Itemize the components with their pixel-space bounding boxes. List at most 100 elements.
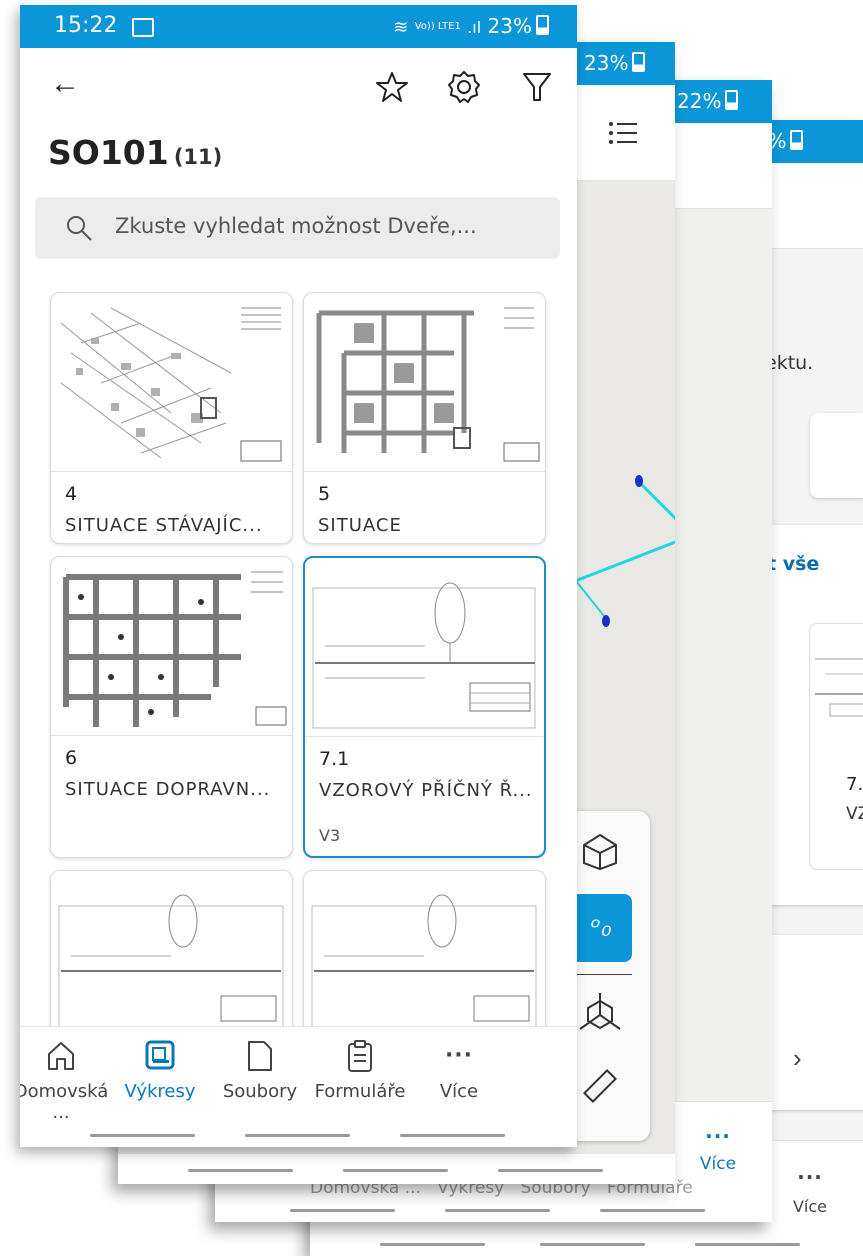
front-screen: 15:22 ≋ Vo)) LTE1 .ıl 23% ← SO101 (11) Z… bbox=[20, 5, 577, 1147]
nav-forms-label: Formuláře bbox=[314, 1081, 406, 1102]
page-title: SO101 (11) bbox=[48, 133, 222, 172]
description-text: ektu. bbox=[765, 352, 814, 374]
gesture-bar bbox=[498, 1169, 603, 1172]
drawing-thumbnail bbox=[51, 557, 292, 736]
file-icon bbox=[248, 1041, 272, 1071]
drawing-name: SITUACE DOPRAVN... bbox=[65, 779, 271, 800]
gesture-bar bbox=[290, 1209, 395, 1212]
battery-text: 22% bbox=[677, 89, 722, 113]
nav-more-label: Více bbox=[699, 1154, 737, 1174]
bottom-nav: Domovská ... Výkresy Soubory Formuláře ·… bbox=[20, 1026, 577, 1147]
battery-icon bbox=[536, 15, 549, 35]
drawing-thumbnail bbox=[51, 871, 292, 1050]
search-input[interactable]: Zkuste vyhledat možnost Dveře,... bbox=[115, 214, 477, 238]
drawing-thumbnail bbox=[815, 658, 863, 717]
gesture-bar bbox=[343, 1169, 448, 1172]
drawing-card[interactable]: 4 SITUACE STÁVAJÍC... bbox=[50, 292, 293, 544]
wifi-icon: ≋ bbox=[393, 17, 409, 38]
more-icon: ··· bbox=[797, 1165, 823, 1189]
cross-section-thumbnail bbox=[58, 894, 284, 1032]
nav-more[interactable]: ··· Více bbox=[780, 1165, 840, 1216]
nav-more-label: Více bbox=[439, 1081, 479, 1102]
drawing-card[interactable]: 7.4 VZOF bbox=[809, 623, 863, 870]
axis-icon[interactable] bbox=[578, 991, 622, 1035]
list-card[interactable]: › bbox=[765, 935, 863, 1110]
chevron-right-icon: › bbox=[793, 1043, 802, 1073]
battery-text: 23% bbox=[487, 14, 532, 38]
item-count: (11) bbox=[173, 145, 223, 169]
page-title-text: SO101 bbox=[48, 133, 169, 172]
clipboard-icon bbox=[348, 1040, 372, 1072]
gesture-bar bbox=[245, 1134, 350, 1137]
gesture-bar bbox=[695, 1243, 800, 1246]
drawing-card[interactable]: 5 SITUACE bbox=[303, 292, 546, 544]
battery-icon bbox=[725, 90, 739, 110]
filter-icon[interactable] bbox=[522, 71, 552, 103]
drawing-number: 4 bbox=[65, 483, 78, 505]
battery-text: 23% bbox=[584, 51, 629, 75]
ruler-icon[interactable] bbox=[580, 1066, 620, 1106]
nav-drawings-label: Výkresy bbox=[124, 1081, 196, 1102]
drawing-number: 6 bbox=[65, 747, 78, 769]
nav-forms[interactable]: Formuláře bbox=[305, 1039, 415, 1102]
traffic-plan-thumbnail bbox=[63, 571, 287, 727]
drawings-icon bbox=[145, 1040, 175, 1070]
gesture-bar bbox=[600, 1209, 705, 1212]
nav-drawings[interactable]: Výkresy bbox=[105, 1039, 215, 1102]
status-time: 15:22 bbox=[54, 13, 118, 38]
drawing-card-selected[interactable]: 7.1 VZOROVÝ PŘÍČNÝ Ř... V3 bbox=[303, 556, 546, 858]
drawing-name: SITUACE STÁVAJÍC... bbox=[65, 515, 263, 536]
nav-more[interactable]: ··· Více bbox=[683, 1124, 753, 1174]
gesture-bar bbox=[540, 1243, 645, 1246]
back-arrow-icon[interactable]: ← bbox=[50, 67, 80, 101]
drawing-name: VZOROVÝ PŘÍČNÝ Ř... bbox=[319, 780, 533, 801]
search-bar[interactable]: Zkuste vyhledat možnost Dveře,... bbox=[35, 197, 560, 259]
nav-files-label: Soubory bbox=[222, 1081, 298, 1102]
drawing-name: SITUACE bbox=[318, 515, 402, 536]
site-plan-thumbnail bbox=[316, 307, 540, 462]
walk-mode-button[interactable]: ᵒ₀ bbox=[570, 894, 632, 962]
drawing-version: V3 bbox=[319, 826, 341, 845]
nav-home[interactable]: Domovská ... bbox=[20, 1039, 116, 1123]
drawing-number: 7.1 bbox=[319, 748, 350, 770]
section-card: t vše 7.4 VZOF bbox=[765, 525, 863, 905]
gesture-bar bbox=[380, 1243, 485, 1246]
search-icon bbox=[67, 216, 92, 241]
gear-icon[interactable] bbox=[447, 70, 481, 104]
site-plan-thumbnail bbox=[60, 307, 282, 462]
nav-more-label: Více bbox=[792, 1197, 828, 1216]
show-all-link[interactable]: t vše bbox=[767, 553, 819, 575]
gesture-bar bbox=[90, 1134, 195, 1137]
drawing-thumbnail bbox=[304, 293, 545, 472]
nav-files[interactable]: Soubory bbox=[205, 1039, 315, 1102]
nav-home-label: Domovská ... bbox=[20, 1081, 109, 1123]
signal-icon: .ıl bbox=[467, 18, 482, 37]
battery-icon bbox=[790, 130, 804, 150]
drawing-thumbnail bbox=[304, 871, 545, 1050]
status-bar: 15:22 ≋ Vo)) LTE1 .ıl 23% bbox=[20, 5, 577, 48]
network-text: Vo)) LTE1 bbox=[414, 21, 461, 32]
nav-more[interactable]: ··· Více bbox=[409, 1039, 509, 1102]
drawing-name: VZOF bbox=[846, 804, 863, 824]
gesture-bar bbox=[400, 1134, 505, 1137]
drawing-number: 7.4 bbox=[846, 774, 863, 795]
3d-view-icon[interactable] bbox=[580, 831, 620, 871]
gesture-bar bbox=[445, 1209, 550, 1212]
cross-section-thumbnail bbox=[312, 582, 536, 729]
drawing-thumbnail bbox=[305, 558, 544, 737]
drawing-card[interactable]: 6 SITUACE DOPRAVN... bbox=[50, 556, 293, 858]
footsteps-icon: ᵒ₀ bbox=[590, 913, 612, 943]
battery-icon bbox=[632, 52, 646, 72]
list-icon[interactable] bbox=[608, 120, 638, 146]
bottom-strip bbox=[118, 1154, 675, 1184]
divider bbox=[570, 974, 632, 975]
cross-section-thumbnail bbox=[311, 894, 537, 1032]
more-icon: ··· bbox=[705, 1124, 731, 1148]
more-icon: ··· bbox=[444, 1043, 474, 1068]
card[interactable] bbox=[810, 413, 863, 498]
gesture-bar bbox=[188, 1169, 293, 1172]
image-icon bbox=[132, 18, 154, 37]
home-icon bbox=[48, 1042, 74, 1070]
star-icon[interactable] bbox=[376, 71, 408, 103]
drawing-thumbnail bbox=[51, 293, 292, 472]
